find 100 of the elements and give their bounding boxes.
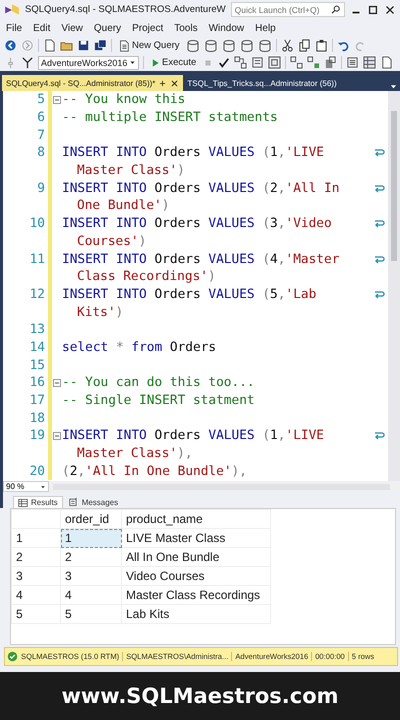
row-number: 5 [12, 604, 60, 624]
search-icon[interactable] [331, 4, 341, 14]
code-line: select * from Orders [62, 340, 218, 355]
line-number: 9 [36, 180, 46, 196]
undo-icon[interactable] [336, 39, 350, 52]
messages-icon [68, 497, 79, 507]
results-tab[interactable]: Results [13, 496, 63, 508]
row-number: 1 [12, 528, 60, 548]
line-number: 6 [36, 110, 46, 126]
column-header: product_name [122, 510, 270, 528]
line-number: 16 [28, 375, 46, 390]
quick-launch-field[interactable]: Quick Launch (Ctrl+Q) [230, 2, 345, 17]
code-line: Kits') [76, 304, 124, 320]
collapse-icon[interactable] [53, 96, 61, 104]
save-icon[interactable] [77, 39, 90, 52]
database-dropdown[interactable]: AdventureWorks2016 [38, 56, 139, 70]
zoom-dropdown[interactable]: 90 % [3, 481, 49, 492]
connect-icon[interactable] [21, 56, 34, 69]
code-line: Master Class') [76, 163, 186, 178]
menu-item[interactable]: Help [255, 22, 276, 34]
row-number: 4 [12, 586, 60, 604]
line-number: 14 [28, 340, 46, 355]
row-number: 3 [12, 566, 60, 586]
line-number: 7 [36, 128, 46, 143]
pin-icon[interactable] [158, 78, 168, 88]
new-file-icon[interactable] [43, 39, 56, 52]
new-query-button[interactable]: New Query [116, 40, 182, 52]
save-all-icon[interactable] [94, 39, 107, 52]
database-icon[interactable] [240, 38, 254, 52]
app-logo-icon [4, 2, 20, 18]
new-query-icon [118, 40, 130, 52]
collapse-icon[interactable] [53, 432, 61, 440]
table-cell[interactable]: Video Courses [122, 566, 270, 586]
menu-item[interactable]: Window [208, 22, 244, 34]
table-cell[interactable]: All In One Bundle [122, 548, 270, 566]
collapse-icon[interactable] [53, 378, 61, 387]
line-number: 10 [28, 216, 46, 232]
copy-icon[interactable] [298, 39, 311, 52]
code-line: INSERT INTO Orders VALUES (3,'Video [62, 216, 333, 232]
cut-icon[interactable] [280, 39, 294, 52]
grid-icon [18, 498, 28, 508]
paste-icon[interactable] [314, 39, 328, 52]
code-line: INSERT INTO Orders VALUES (2,'All In [62, 180, 340, 196]
code-line: Class Recordings') [76, 269, 217, 284]
document-tab[interactable]: TSQL_Tips_Tricks.sq...Administrator (56)) [183, 75, 341, 91]
code-line: Courses') [76, 234, 148, 249]
success-icon [7, 651, 18, 662]
table-cell[interactable]: Lab Kits [122, 604, 270, 624]
line-number: 12 [28, 286, 46, 302]
check-icon[interactable] [218, 56, 230, 68]
table-cell[interactable]: 1 [60, 528, 122, 548]
close-icon[interactable] [170, 78, 180, 88]
line-number: 5 [36, 92, 46, 108]
line-number: 8 [36, 145, 46, 160]
code-line: (2,'All In One Bundle'), [62, 464, 248, 479]
line-number: 18 [28, 410, 46, 426]
table-cell[interactable]: 5 [60, 604, 122, 624]
table-cell[interactable]: 2 [60, 548, 122, 566]
website-text: www.SQLMaestros.com [61, 684, 339, 708]
table-cell[interactable]: Master Class Recordings [122, 586, 270, 604]
table-cell[interactable]: 4 [60, 586, 122, 604]
database-icon[interactable] [204, 38, 218, 52]
menu-item[interactable]: View [61, 22, 83, 34]
code-line: INSERT INTO Orders VALUES (4,'Master [62, 252, 340, 267]
vertical-scrollbar[interactable] [388, 91, 400, 481]
code-line: -- Single INSERT statment [62, 393, 256, 408]
table-cell[interactable]: 3 [60, 566, 122, 586]
document-tab[interactable]: SQLQuery4.sql - SQ...Administrator (85))* [2, 75, 184, 91]
maximize-icon[interactable] [367, 4, 379, 16]
results-to-grid-icon[interactable] [363, 56, 376, 69]
line-number: 11 [28, 252, 46, 267]
code-line: -- You can do this too... [62, 375, 256, 390]
code-line: -- multiple INSERT statments [62, 110, 279, 126]
tab-list-icon[interactable] [389, 82, 398, 91]
code-line: INSERT INTO Orders VALUES (1,'LIVE [62, 145, 326, 160]
code-line: INSERT INTO Orders VALUES (1,'LIVE [62, 428, 326, 444]
line-number: 20 [28, 464, 46, 479]
menu-item[interactable]: File [6, 22, 22, 34]
database-icon[interactable] [186, 38, 200, 52]
execute-button[interactable]: Execute [148, 57, 198, 68]
database-icon[interactable] [222, 38, 236, 52]
results-tab[interactable]: Messages [64, 496, 122, 508]
line-number: 15 [28, 358, 46, 373]
close-icon[interactable] [384, 4, 396, 16]
menu-item[interactable]: Edit [33, 22, 50, 34]
window-title: SQLQuery4.sql - SQLMAESTROS.AdventureW [25, 4, 226, 15]
line-number: 13 [28, 322, 46, 338]
code-line: One Bundle') [76, 198, 170, 214]
database-icon[interactable] [258, 38, 272, 52]
menu-item[interactable]: Project [132, 22, 164, 34]
code-line: INSERT INTO Orders VALUES (5,'Lab [62, 286, 318, 302]
menu-item[interactable]: Query [94, 22, 122, 34]
play-icon [150, 58, 160, 68]
code-line: -- You know this [62, 92, 186, 108]
line-number: 17 [28, 393, 46, 408]
menu-item[interactable]: Tools [174, 22, 198, 34]
back-icon[interactable] [4, 39, 17, 52]
line-number: 19 [28, 428, 46, 444]
dropdown-caret-icon [129, 59, 136, 66]
table-cell[interactable]: LIVE Master Class [122, 528, 270, 548]
